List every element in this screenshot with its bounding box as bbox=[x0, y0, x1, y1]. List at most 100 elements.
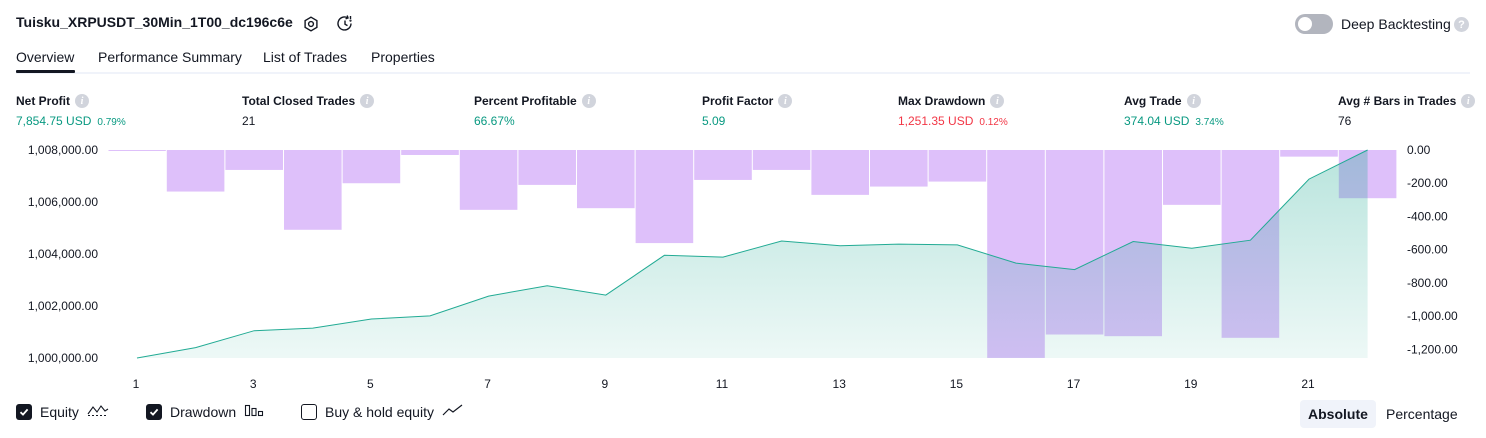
metric-label-text: Avg Trade bbox=[1124, 94, 1182, 108]
x-axis-tick: 21 bbox=[1301, 377, 1315, 391]
drawdown-bar bbox=[928, 150, 987, 182]
x-axis-tick: 19 bbox=[1184, 377, 1198, 391]
drawdown-bar bbox=[518, 150, 576, 185]
info-icon[interactable]: i bbox=[1186, 94, 1201, 108]
metric-value-text: 5.09 bbox=[702, 114, 726, 128]
drawdown-bar bbox=[577, 150, 635, 209]
drawdown-bar bbox=[459, 150, 518, 210]
percentage-toggle[interactable]: Percentage bbox=[1378, 400, 1466, 428]
absolute-toggle[interactable]: Absolute bbox=[1300, 400, 1376, 428]
right-axis-tick: -1,000.00 bbox=[1407, 309, 1458, 323]
buy-hold-checkbox[interactable] bbox=[301, 403, 317, 420]
metric-profit-factor-label: Profit Factor i bbox=[702, 94, 793, 108]
drawdown-bar bbox=[108, 150, 166, 151]
right-axis: 0.00 -200.00 -400.00 -600.00 -800.00 -1,000.0… bbox=[1407, 143, 1458, 356]
metric-percent-profitable-label: Percent Profitable i bbox=[474, 94, 596, 108]
strategy-title: Tuisku_XRPUSDT_30Min_1T00_dc196c6e bbox=[16, 14, 293, 30]
metric-value-text: 374.04 USD bbox=[1124, 114, 1190, 128]
metric-value-text: 1,251.35 USD bbox=[898, 114, 974, 128]
x-axis: 1 3 5 7 9 11 13 15 17 19 21 bbox=[133, 377, 1315, 391]
drawdown-bar bbox=[401, 150, 459, 155]
info-icon[interactable]: i bbox=[75, 94, 89, 108]
drawdown-bar bbox=[284, 150, 342, 230]
metric-percent-text: 0.79% bbox=[97, 117, 126, 128]
equity-drawdown-chart[interactable]: 1,008,000.00 1,006,000.00 1,004,000.00 1,00… bbox=[0, 136, 1486, 398]
left-axis-tick: 1,004,000.00 bbox=[28, 247, 98, 261]
metric-label-text: Percent Profitable bbox=[474, 94, 577, 108]
info-icon[interactable]: i bbox=[778, 94, 793, 108]
x-axis-tick: 7 bbox=[484, 377, 491, 391]
right-axis-tick: -1,200.00 bbox=[1407, 342, 1458, 356]
metric-value-text: 21 bbox=[242, 114, 256, 128]
x-axis-tick: 5 bbox=[367, 377, 374, 391]
drawdown-bar bbox=[811, 150, 869, 195]
metric-max-drawdown-label: Max Drawdown i bbox=[898, 94, 1005, 108]
buy-hold-line-icon bbox=[442, 403, 464, 420]
active-tab-indicator bbox=[16, 70, 75, 73]
right-axis-tick: -400.00 bbox=[1407, 209, 1448, 223]
metric-label-text: Net Profit bbox=[16, 94, 70, 108]
help-icon[interactable]: ? bbox=[1454, 17, 1469, 32]
x-axis-tick: 11 bbox=[716, 377, 729, 391]
left-axis-tick: 1,008,000.00 bbox=[28, 143, 98, 157]
info-icon[interactable]: i bbox=[581, 94, 596, 108]
right-axis-tick: -200.00 bbox=[1407, 176, 1448, 190]
deep-backtesting-toggle[interactable] bbox=[1295, 14, 1333, 34]
drawdown-checkbox[interactable] bbox=[146, 403, 162, 420]
deep-backtesting-label: Deep Backtesting bbox=[1341, 16, 1451, 32]
x-axis-tick: 17 bbox=[1067, 377, 1081, 391]
buy-hold-label: Buy & hold equity bbox=[325, 403, 434, 420]
left-axis-tick: 1,006,000.00 bbox=[28, 195, 98, 209]
metric-max-drawdown-value: 1,251.35 USD 0.12% bbox=[898, 114, 1008, 128]
metric-profit-factor-value: 5.09 bbox=[702, 114, 725, 128]
drawdown-bar bbox=[225, 150, 283, 170]
drawdown-bar bbox=[635, 150, 694, 244]
metric-value-text: 76 bbox=[1338, 114, 1352, 128]
metric-total-closed-trades-label: Total Closed Trades i bbox=[242, 94, 375, 108]
x-axis-tick: 9 bbox=[601, 377, 608, 391]
metric-label-text: Max Drawdown bbox=[898, 94, 986, 108]
tab-performance-summary[interactable]: Performance Summary bbox=[98, 49, 242, 65]
left-axis-tick: 1,002,000.00 bbox=[28, 299, 98, 313]
legend-drawdown[interactable]: Drawdown bbox=[146, 403, 264, 420]
refresh-alert-icon[interactable] bbox=[334, 13, 356, 35]
legend-buy-hold-equity[interactable]: Buy & hold equity bbox=[301, 403, 464, 420]
right-axis-tick: -800.00 bbox=[1407, 276, 1448, 290]
x-axis-tick: 13 bbox=[833, 377, 847, 391]
drawdown-bar bbox=[342, 150, 401, 184]
legend-equity[interactable]: Equity bbox=[16, 403, 109, 420]
x-axis-tick: 3 bbox=[250, 377, 257, 391]
metric-net-profit-value: 7,854.75 USD 0.79% bbox=[16, 114, 126, 128]
tab-properties[interactable]: Properties bbox=[371, 49, 435, 65]
equity-line-icon bbox=[87, 403, 109, 420]
tab-overview[interactable]: Overview bbox=[16, 49, 74, 65]
metric-value-text: 7,854.75 USD bbox=[16, 114, 92, 128]
x-axis-tick: 1 bbox=[133, 377, 140, 391]
equity-label: Equity bbox=[40, 403, 79, 420]
metric-percent-profitable-value: 66.67% bbox=[474, 114, 515, 128]
info-icon[interactable]: i bbox=[1461, 94, 1476, 108]
metric-label-text: Avg # Bars in Trades bbox=[1338, 94, 1457, 108]
metric-percent-text: 3.74% bbox=[1195, 117, 1224, 128]
tab-list-of-trades[interactable]: List of Trades bbox=[263, 49, 347, 65]
left-axis-tick: 1,000,000.00 bbox=[28, 351, 98, 365]
left-axis: 1,008,000.00 1,006,000.00 1,004,000.00 1,00… bbox=[28, 143, 98, 365]
drawdown-bar bbox=[166, 150, 225, 192]
tabs-divider bbox=[16, 72, 1470, 74]
right-axis-tick: 0.00 bbox=[1407, 143, 1431, 157]
drawdown-bar bbox=[752, 150, 811, 170]
drawdown-bar bbox=[1280, 150, 1338, 157]
metric-avg-bars-value: 76 bbox=[1338, 114, 1351, 128]
metric-percent-text: 0.12% bbox=[979, 117, 1008, 128]
settings-icon[interactable] bbox=[300, 13, 322, 35]
metric-avg-trade-label: Avg Trade i bbox=[1124, 94, 1201, 108]
x-axis-tick: 15 bbox=[950, 377, 964, 391]
drawdown-label: Drawdown bbox=[170, 403, 237, 420]
info-icon[interactable]: i bbox=[990, 94, 1005, 108]
info-icon[interactable]: i bbox=[360, 94, 375, 108]
metric-label-text: Total Closed Trades bbox=[242, 94, 356, 108]
drawdown-bar bbox=[870, 150, 928, 187]
right-axis-tick: -600.00 bbox=[1407, 243, 1448, 257]
equity-checkbox[interactable] bbox=[16, 403, 32, 420]
drawdown-bar bbox=[1163, 150, 1221, 205]
